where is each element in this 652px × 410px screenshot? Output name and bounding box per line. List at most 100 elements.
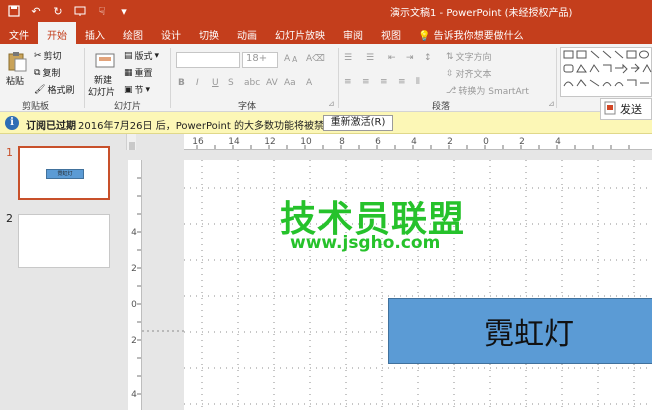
line-spacing-icon[interactable]: ↕ (424, 53, 432, 63)
new-slide-icon[interactable] (94, 50, 116, 72)
subscription-message-bar: i 订阅已过期 2016年7月26日 后，PowerPoint 的大多数功能将被… (0, 112, 652, 134)
align-left-icon[interactable]: ≡ (344, 77, 352, 87)
tab-animations[interactable]: 动画 (228, 22, 266, 44)
ruler-label: 12 (264, 137, 275, 147)
vertical-ruler[interactable]: 4 2 0 2 4 (126, 150, 142, 410)
paragraph-group-label: 段落 (432, 102, 451, 112)
bold-icon[interactable]: B (178, 78, 185, 88)
align-text-button[interactable]: ⇳ 对齐文本 (446, 67, 492, 81)
underline-icon[interactable]: U (212, 78, 219, 88)
ruler-label: 0 (483, 137, 489, 147)
font-size-input[interactable]: 18+ (242, 52, 278, 68)
reactivate-button[interactable]: 重新激活(R) (323, 115, 393, 131)
cut-label: 剪切 (43, 52, 62, 62)
ruler-label: 2 (447, 137, 453, 147)
send-label: 发送 (620, 103, 642, 116)
italic-icon[interactable]: I (196, 78, 199, 88)
tab-design[interactable]: 设计 (152, 22, 190, 44)
slide-editing-area: 霓虹灯 (142, 150, 652, 410)
ruler-label: 6 (375, 137, 381, 147)
horizontal-ruler[interactable]: 16 14 12 10 8 6 4 2 0 2 4 (136, 134, 652, 150)
shapes-gallery[interactable] (560, 47, 652, 97)
new-slide-label-2[interactable]: 幻灯片 (88, 85, 115, 98)
format-painter-label: 格式刷 (47, 86, 75, 96)
tab-draw[interactable]: 绘图 (114, 22, 152, 44)
bullets-icon[interactable]: ☰ (344, 53, 352, 63)
slides-group-label: 幻灯片 (114, 102, 142, 112)
group-separator (556, 48, 557, 108)
send-button[interactable]: 发送 (600, 98, 652, 120)
tell-me-search[interactable]: 💡 告诉我你想要做什么 (410, 22, 533, 44)
group-separator (84, 48, 85, 108)
redo-icon[interactable]: ↻ (50, 3, 66, 19)
cut-button[interactable]: ✂ 剪切 (34, 49, 62, 63)
paragraph-dialog-launcher-icon[interactable]: ⊿ (548, 99, 555, 108)
customize-qat-icon[interactable]: ▾ (116, 3, 132, 19)
char-spacing-icon[interactable]: AV (266, 78, 278, 88)
smartart-label: 转换为 SmartArt (458, 87, 529, 97)
clipboard-group-label: 剪贴板 (22, 102, 50, 112)
text-rectangle-shape[interactable]: 霓虹灯 (388, 298, 652, 364)
decrease-indent-icon[interactable]: ⇤ (388, 53, 396, 63)
ruler-label: 4 (411, 137, 417, 147)
slide-thumbnails-pane: 1 霓虹灯 2 (0, 134, 126, 410)
tab-review[interactable]: 审阅 (334, 22, 372, 44)
ruler-label: 2 (131, 336, 137, 346)
font-grow-icon[interactable]: AA (284, 54, 297, 64)
ruler-label: 0 (131, 300, 137, 310)
ruler-label: 10 (300, 137, 312, 147)
layout-button[interactable]: ▤ 版式 ▾ (124, 49, 159, 63)
paste-button[interactable]: 粘贴 (6, 74, 24, 87)
touch-mode-icon[interactable]: ☟ (94, 3, 110, 19)
info-icon: i (5, 116, 19, 130)
tab-slideshow[interactable]: 幻灯片放映 (266, 22, 334, 44)
ribbon: 粘贴 ✂ 剪切 ⧉ 复制 🖌 格式刷 剪贴板 新建 幻灯片 ▤ 版式 ▾ ▦ 重置 ▣ 节 ▾ … (0, 44, 652, 112)
thumbnail-number: 1 (6, 146, 13, 159)
font-color-icon[interactable]: A (306, 78, 312, 88)
lightbulb-icon: 💡 (418, 31, 431, 42)
vertical-ruler-band: 4 2 0 2 4 (128, 160, 142, 410)
shadow-icon[interactable]: S (228, 78, 234, 88)
send-icon (604, 101, 616, 118)
justify-icon[interactable]: ≡ (398, 77, 406, 87)
copy-label: 复制 (42, 69, 61, 79)
undo-icon[interactable]: ↶ (28, 3, 44, 19)
align-center-icon[interactable]: ≡ (362, 77, 370, 87)
thumbnail-number: 2 (6, 212, 13, 225)
title-bar: ↶ ↻ ☟ ▾ 演示文稿1 - PowerPoint (未经授权产品) (0, 0, 652, 22)
reset-button[interactable]: ▦ 重置 (124, 66, 153, 80)
format-painter-button[interactable]: 🖌 格式刷 (34, 83, 75, 97)
horizontal-ruler-band: 16 14 12 10 8 6 4 2 0 2 4 (184, 134, 652, 150)
brush-icon: 🖌 (34, 84, 46, 95)
font-name-input[interactable] (176, 52, 240, 68)
thumbnail-shape: 霓虹灯 (46, 169, 84, 179)
convert-smartart-button[interactable]: ⎇ 转换为 SmartArt (446, 84, 529, 98)
strikethrough-icon[interactable]: abc (244, 78, 260, 88)
change-case-icon[interactable]: Aa (284, 78, 296, 88)
font-dialog-launcher-icon[interactable]: ⊿ (328, 99, 335, 108)
tab-view[interactable]: 视图 (372, 22, 410, 44)
align-right-icon[interactable]: ≡ (380, 77, 388, 87)
tab-insert[interactable]: 插入 (76, 22, 114, 44)
increase-indent-icon[interactable]: ⇥ (406, 53, 414, 63)
ruler-label: 4 (555, 137, 561, 147)
save-icon[interactable] (6, 3, 22, 19)
copy-button[interactable]: ⧉ 复制 (34, 66, 61, 80)
numbering-icon[interactable]: ☰ (366, 53, 374, 63)
paste-icon[interactable] (6, 50, 28, 72)
ruler-label: 8 (339, 137, 345, 147)
slide-thumbnail-2[interactable] (18, 214, 110, 268)
columns-icon[interactable]: ⫴ (416, 77, 420, 87)
slide-thumbnail-1[interactable]: 霓虹灯 (18, 146, 110, 200)
smartart-icon: ⎇ (446, 85, 457, 96)
text-direction-button[interactable]: ⇅ 文字方向 (446, 50, 492, 64)
tab-transitions[interactable]: 切换 (190, 22, 228, 44)
ruler-label: 4 (131, 228, 137, 238)
slideshow-start-icon[interactable] (72, 3, 88, 19)
section-button[interactable]: ▣ 节 ▾ (124, 83, 150, 97)
tab-file[interactable]: 文件 (0, 22, 38, 44)
tab-home[interactable]: 开始 (38, 22, 76, 44)
layout-icon: ▤ (124, 50, 133, 61)
message-text: 2016年7月26日 后，PowerPoint 的大多数功能将被禁用。 (78, 121, 344, 132)
clear-format-icon[interactable]: A⌫ (306, 54, 325, 64)
